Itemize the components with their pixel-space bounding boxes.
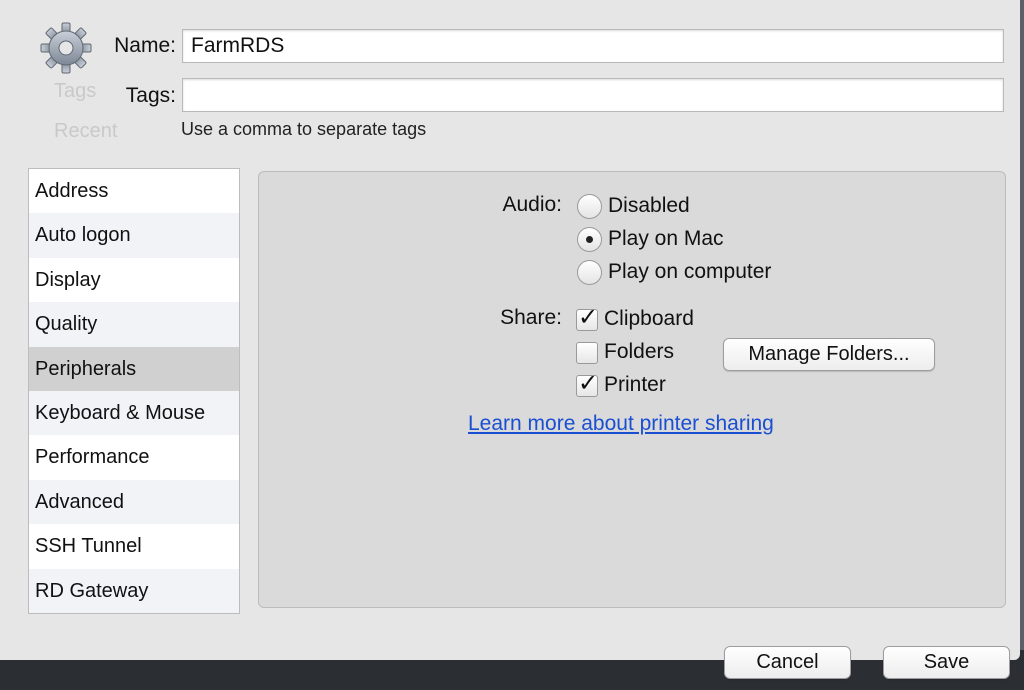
sidebar-item-quality[interactable]: Quality: [29, 302, 239, 347]
connection-settings-sheet: Tags Recent Name: Tags:: [0, 0, 1020, 660]
sidebar-item-label: RD Gateway: [35, 579, 149, 602]
learn-more-printer-sharing-link[interactable]: Learn more about printer sharing: [468, 412, 774, 436]
audio-label: Audio:: [502, 193, 562, 216]
audio-disabled-radio[interactable]: [577, 194, 602, 219]
sidebar-item-peripherals[interactable]: Peripherals: [29, 346, 239, 391]
sidebar-item-label: Display: [35, 268, 101, 291]
tags-input[interactable]: [182, 78, 1004, 112]
name-input[interactable]: [182, 29, 1004, 63]
name-label: Name:: [114, 34, 176, 57]
sidebar-item-label: Performance: [35, 446, 150, 469]
checkmark-icon: ✓: [578, 369, 599, 397]
ghost-recent-text: Recent: [54, 120, 118, 142]
sidebar-item-ssh-tunnel[interactable]: SSH Tunnel: [29, 524, 239, 568]
sidebar-item-label: Keyboard & Mouse: [35, 401, 206, 424]
sidebar-item-label: Peripherals: [35, 357, 137, 380]
sidebar-item-label: Quality: [35, 313, 98, 336]
sidebar-item-auto-logon[interactable]: Auto logon: [29, 213, 239, 258]
folders-label[interactable]: Folders: [604, 340, 674, 364]
printer-label[interactable]: Printer: [604, 373, 666, 397]
printer-checkbox[interactable]: ✓: [576, 369, 598, 397]
sidebar-item-keyboard-mouse[interactable]: Keyboard & Mouse: [29, 390, 239, 436]
sidebar-item-display[interactable]: Display: [29, 258, 239, 302]
audio-disabled-label[interactable]: Disabled: [608, 194, 690, 218]
tags-hint: Use a comma to separate tags: [181, 119, 427, 139]
audio-play-on-mac-radio[interactable]: [577, 227, 602, 252]
tags-label: Tags:: [125, 84, 176, 107]
audio-play-on-computer-label[interactable]: Play on computer: [608, 260, 771, 284]
sidebar-item-label: Address: [35, 180, 109, 202]
clipboard-checkbox[interactable]: ✓: [576, 303, 598, 331]
cancel-button[interactable]: Cancel: [724, 646, 851, 679]
sidebar-item-advanced[interactable]: Advanced: [29, 479, 239, 525]
sidebar-item-label: SSH Tunnel: [35, 535, 142, 558]
clipboard-label[interactable]: Clipboard: [604, 307, 694, 331]
sidebar-item-performance[interactable]: Performance: [29, 435, 239, 479]
sidebar-item-rd-gateway[interactable]: RD Gateway: [29, 568, 239, 613]
audio-play-on-mac-label[interactable]: Play on Mac: [608, 227, 724, 251]
settings-category-list: Address Auto logon Display Quality Perip…: [28, 168, 240, 614]
checkmark-icon: ✓: [578, 303, 599, 331]
gear-icon: [40, 22, 92, 74]
sidebar-item-label: Auto logon: [35, 224, 131, 247]
share-label: Share:: [500, 306, 562, 329]
folders-checkbox[interactable]: [576, 342, 598, 364]
sidebar-item-address[interactable]: Address: [29, 169, 239, 213]
save-button[interactable]: Save: [883, 646, 1010, 679]
audio-play-on-computer-radio[interactable]: [577, 260, 602, 285]
ghost-tags-text: Tags: [54, 80, 97, 102]
manage-folders-button[interactable]: Manage Folders...: [723, 338, 935, 371]
sidebar-item-label: Advanced: [35, 490, 124, 513]
